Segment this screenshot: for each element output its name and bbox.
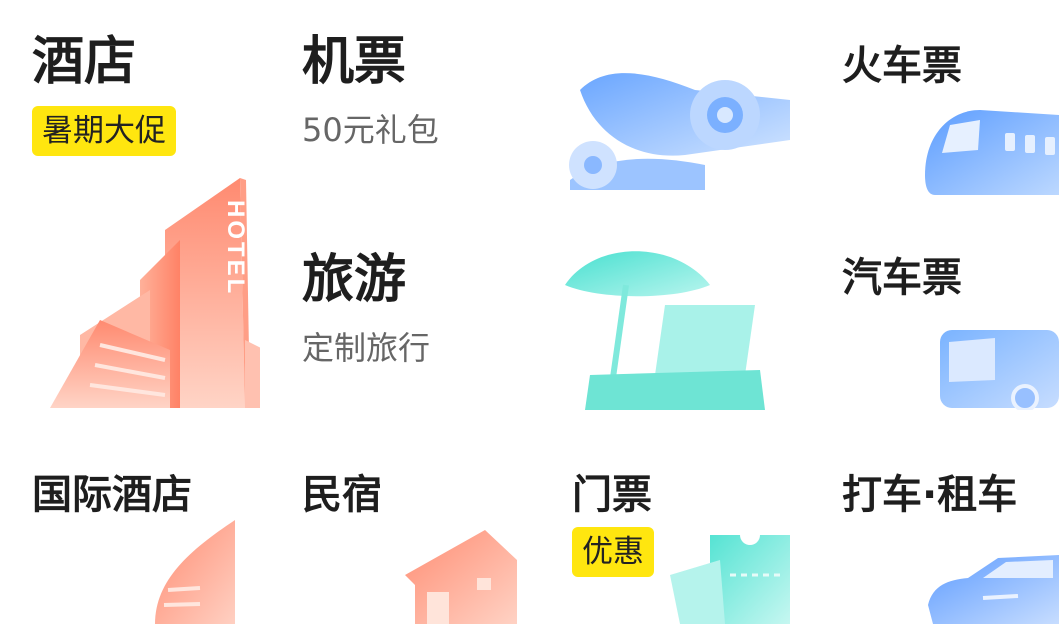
tile-train[interactable]: 火车票 <box>820 20 1059 195</box>
bus-title: 汽车票 <box>842 255 962 301</box>
tile-tickets[interactable]: 门票 优惠 <box>560 455 790 624</box>
ticket-icon <box>670 535 790 624</box>
intl-hotel-icon <box>155 520 235 624</box>
airplane-icon <box>569 73 790 190</box>
train-icon <box>925 110 1059 195</box>
house-icon <box>405 530 517 624</box>
beach-umbrella-chair-icon <box>565 251 765 410</box>
tile-homestay[interactable]: 民宿 <box>280 455 520 624</box>
homestay-title: 民宿 <box>302 472 382 518</box>
hotel-promo-badge: 暑期大促 <box>32 106 176 156</box>
taxi-title: 打车·租车 <box>842 472 1018 518</box>
tickets-promo-badge: 优惠 <box>572 527 654 577</box>
bus-icon <box>940 330 1059 410</box>
travel-title: 旅游 <box>302 250 407 310</box>
tile-intl-hotel[interactable]: 国际酒店 <box>20 455 260 624</box>
intl-hotel-title: 国际酒店 <box>32 472 192 518</box>
hotel-title: 酒店 <box>32 32 137 92</box>
car-icon <box>928 555 1059 624</box>
tile-hotel[interactable]: 酒店 暑期大促 HOTEL <box>20 20 260 410</box>
tile-bus[interactable]: 汽车票 <box>820 230 1059 410</box>
flight-title: 机票 <box>302 32 407 92</box>
hotel-building-icon: HOTEL <box>50 178 260 408</box>
tickets-title: 门票 <box>572 472 652 518</box>
hotel-sign-text: HOTEL <box>222 200 249 296</box>
tile-travel[interactable]: 旅游 定制旅行 <box>280 230 790 410</box>
travel-subtitle: 定制旅行 <box>302 329 431 367</box>
flight-subtitle: 50元礼包 <box>302 111 439 149</box>
train-title: 火车票 <box>842 43 962 89</box>
tile-flight[interactable]: 机票 50元礼包 <box>280 20 790 190</box>
tile-taxi[interactable]: 打车·租车 <box>820 455 1059 624</box>
